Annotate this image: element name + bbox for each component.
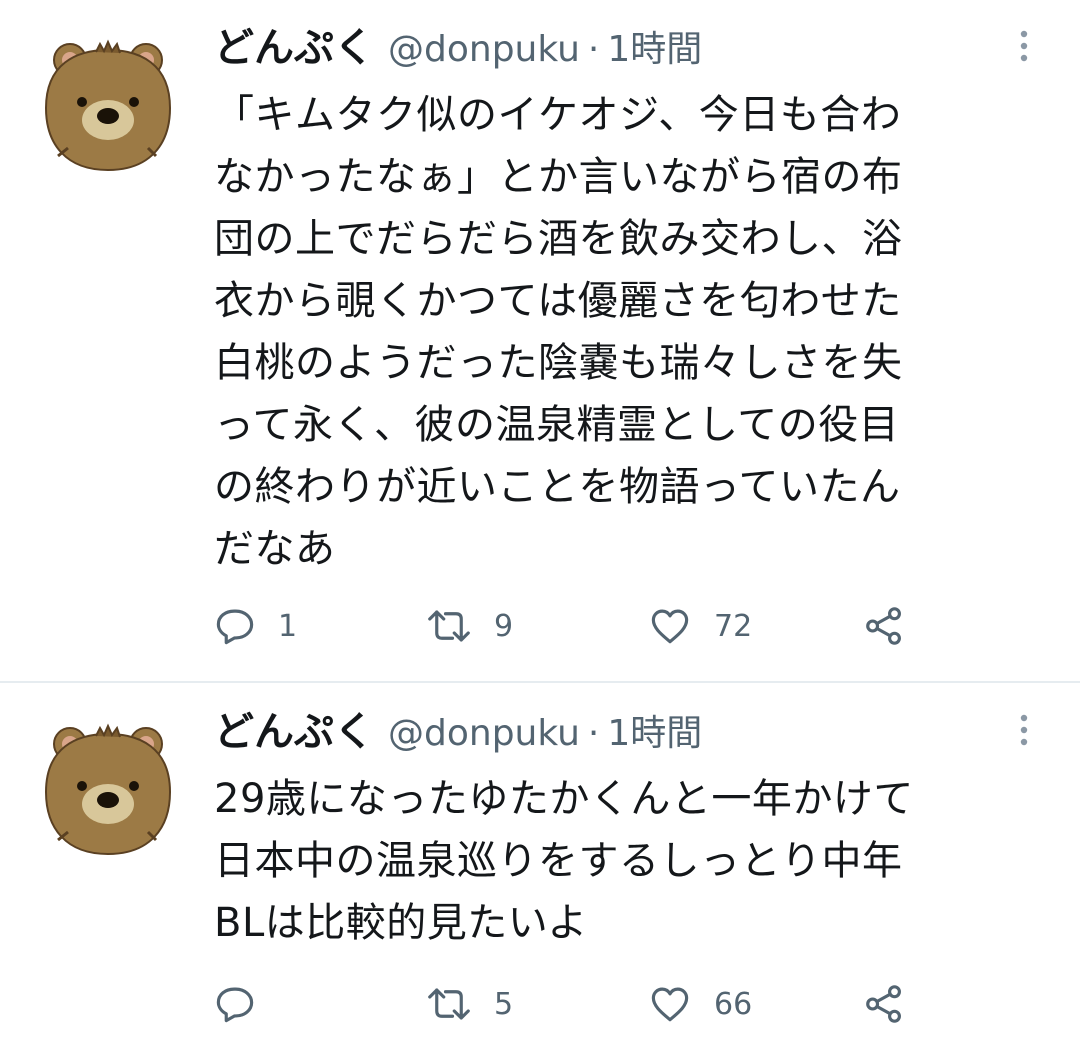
tweet[interactable]: どんぷく @donpuku · 1時間 29歳になったゆたかくんと一年かけて 日… (0, 684, 1080, 1050)
tweet[interactable]: どんぷく @donpuku · 1時間 「キムタク似のイケオジ、今日も合わ なか… (0, 0, 1080, 682)
retweet-button[interactable]: 9 (426, 602, 513, 650)
tweet-actions: 5 66 (214, 980, 934, 1028)
retweet-icon (426, 605, 472, 647)
retweet-count: 9 (494, 608, 514, 644)
reply-button[interactable] (214, 980, 278, 1028)
heart-icon (648, 983, 692, 1025)
reply-count: 1 (278, 608, 298, 644)
like-button[interactable]: 72 (648, 602, 752, 650)
retweet-icon (426, 983, 472, 1025)
tweet-header: どんぷく @donpuku · 1時間 (214, 702, 702, 762)
heart-icon (648, 605, 692, 647)
share-icon (862, 605, 906, 647)
reply-icon (214, 983, 256, 1025)
tweet-actions: 1 9 72 (214, 602, 934, 650)
timestamp[interactable]: 1時間 (607, 20, 702, 80)
more-vertical-icon[interactable] (1014, 712, 1034, 752)
retweet-count: 5 (494, 986, 514, 1022)
separator-dot: · (587, 29, 600, 70)
bear-avatar-icon[interactable] (40, 722, 176, 858)
share-button[interactable] (862, 602, 906, 650)
tweet-text: 「キムタク似のイケオジ、今日も合わ なかったなぁ」とか言いながら宿の布 団の上で… (214, 92, 903, 572)
display-name[interactable]: どんぷく (214, 702, 374, 762)
separator-dot: · (587, 713, 600, 754)
share-icon (862, 983, 906, 1025)
tweet-header: どんぷく @donpuku · 1時間 (214, 18, 702, 78)
tweet-text: 29歳になったゆたかくんと一年かけて 日本中の温泉巡りをするしっとり中年 BLは… (214, 776, 914, 946)
like-button[interactable]: 66 (648, 980, 752, 1028)
more-vertical-icon[interactable] (1014, 28, 1034, 68)
like-count: 72 (714, 608, 753, 644)
user-handle[interactable]: @donpuku (388, 704, 580, 764)
reply-button[interactable]: 1 (214, 602, 297, 650)
tweet-divider (0, 681, 1080, 683)
user-handle[interactable]: @donpuku (388, 20, 580, 80)
reply-icon (214, 605, 256, 647)
like-count: 66 (714, 986, 753, 1022)
timestamp[interactable]: 1時間 (607, 704, 702, 764)
share-button[interactable] (862, 980, 906, 1028)
display-name[interactable]: どんぷく (214, 18, 374, 78)
retweet-button[interactable]: 5 (426, 980, 513, 1028)
bear-avatar-icon[interactable] (40, 38, 176, 174)
